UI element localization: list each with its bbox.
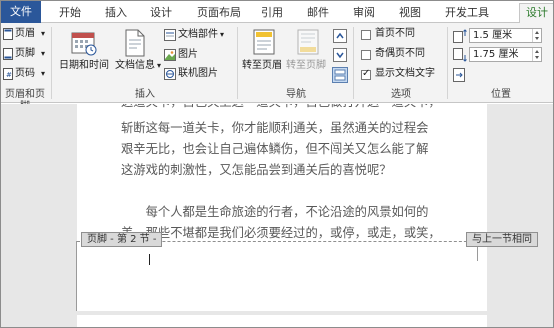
page-number-dropdown-icon[interactable]: ▾ <box>41 67 45 81</box>
insert-group-label: 插入 <box>135 89 155 100</box>
tab-developer[interactable]: 开发工具 <box>439 4 495 22</box>
position-group-label: 位置 <box>491 89 511 100</box>
goto-header-icon <box>253 29 275 58</box>
next-section-icon[interactable] <box>333 48 347 65</box>
tab-insert[interactable]: 插入 <box>99 4 133 22</box>
footer-icon <box>3 48 13 63</box>
tab-mailings[interactable]: 邮件 <box>301 4 335 22</box>
document-info-dropdown-icon[interactable]: ▾ <box>157 59 161 73</box>
document-info-button[interactable]: 文档信息 <box>115 59 155 73</box>
header-dropdown-icon[interactable]: ▾ <box>41 27 45 41</box>
goto-footer-icon <box>297 29 319 58</box>
ribbon: 页眉 ▾ 页脚 ▾ # 页码 ▾ 页眉和页脚 <box>1 23 553 112</box>
tab-header-footer-design[interactable]: 设计 <box>519 3 553 24</box>
show-document-text-label: 显示文档文字 <box>375 68 435 79</box>
footer-position-input[interactable]: 1.75 厘米 <box>469 47 542 62</box>
tab-design[interactable]: 设计 <box>144 4 178 22</box>
link-to-previous-icon[interactable] <box>332 67 348 86</box>
tab-references[interactable]: 引用 <box>255 4 289 22</box>
group-divider <box>51 27 52 99</box>
footer-section-tag: 页脚 - 第 2 节 - <box>81 232 163 247</box>
header-position-spinner-icon[interactable] <box>532 29 541 42</box>
word-window: 文件 开始 插入 设计 页面布局 引用 邮件 审阅 视图 开发工具 设计 页眉 … <box>0 0 554 328</box>
odd-even-different-checkbox[interactable] <box>361 50 371 60</box>
quick-parts-button[interactable]: 文档部件 <box>178 28 218 42</box>
body-text-line: 每个人都是生命旅途的行者，不论沿途的风景如何的 <box>121 205 429 219</box>
footer-position-spinner-icon[interactable] <box>532 48 541 61</box>
page-number-icon: # <box>3 68 13 83</box>
first-page-different-label: 首页不同 <box>375 28 415 39</box>
document-page[interactable]: 这道关卡，自己关上这一道关卡，自己做打开这一道关卡， 斩断这每一道关卡，你才能顺… <box>76 104 538 311</box>
odd-even-different-label: 奇偶页不同 <box>375 48 425 59</box>
footer-position-icon <box>453 48 467 65</box>
insert-alignment-tab-icon[interactable] <box>453 68 467 85</box>
svg-text:#: # <box>6 71 12 79</box>
tab-page-layout[interactable]: 页面布局 <box>191 4 247 22</box>
date-time-button[interactable]: 日期和时间 <box>59 59 109 73</box>
ribbon-tab-bar: 文件 开始 插入 设计 页面布局 引用 邮件 审阅 视图 开发工具 设计 <box>1 1 553 24</box>
footer-position-value: 1.75 厘米 <box>473 49 519 60</box>
first-page-different-checkbox[interactable] <box>361 30 371 40</box>
header-position-input[interactable]: 1.5 厘米 <box>469 28 542 43</box>
footer-button[interactable]: 页脚 <box>15 47 35 61</box>
group-divider <box>353 27 354 99</box>
tab-review[interactable]: 审阅 <box>347 4 381 22</box>
options-group-label: 选项 <box>391 89 411 100</box>
picture-button[interactable]: 图片 <box>178 48 198 62</box>
header-position-value: 1.5 厘米 <box>473 30 513 41</box>
header-position-icon <box>453 29 467 46</box>
goto-footer-button[interactable]: 转至页脚 <box>286 59 326 73</box>
footer-left-border <box>76 241 77 311</box>
previous-section-icon[interactable] <box>333 29 347 46</box>
same-as-previous-tag: 与上一节相同 <box>466 232 538 247</box>
online-picture-icon <box>164 68 176 83</box>
group-divider <box>447 27 448 99</box>
quick-parts-dropdown-icon[interactable]: ▾ <box>220 28 224 42</box>
document-canvas: 这道关卡，自己关上这一道关卡，自己做打开这一道关卡， 斩断这每一道关卡，你才能顺… <box>1 104 553 327</box>
text-cursor <box>149 254 150 265</box>
body-text-line: 艰辛无比，也会让自己遍体鳞伤，但不闯关又怎么能了解 <box>121 142 429 156</box>
body-text-line: 这游戏的刺激性，又怎能品尝到通关后的喜悦呢？ <box>121 163 392 177</box>
goto-header-button[interactable]: 转至页眉 <box>242 59 282 73</box>
group-divider <box>237 27 238 99</box>
page-number-button[interactable]: 页码 <box>15 67 35 81</box>
tab-home[interactable]: 开始 <box>53 4 87 22</box>
calendar-icon <box>71 30 97 59</box>
picture-icon <box>164 49 176 64</box>
show-document-text-checkbox[interactable] <box>361 68 371 80</box>
body-text-line: 斩断这每一道关卡，你才能顺利通关，虽然通关的过程会 <box>121 121 429 135</box>
navigation-group-label: 导航 <box>286 89 306 100</box>
body-text-line: 这道关卡，自己关上这一道关卡，自己做打开这一道关卡， <box>121 104 471 113</box>
footer-dropdown-icon[interactable]: ▾ <box>41 47 45 61</box>
header-icon <box>3 28 13 43</box>
next-page[interactable] <box>77 315 487 327</box>
header-footer-group-label: 页眉和页脚 <box>5 89 45 112</box>
online-picture-button[interactable]: 联机图片 <box>178 67 218 81</box>
tab-file[interactable]: 文件 <box>1 1 41 23</box>
header-button[interactable]: 页眉 <box>15 27 35 41</box>
quick-parts-icon <box>164 29 176 44</box>
tab-view[interactable]: 视图 <box>393 4 427 22</box>
document-info-icon <box>125 29 145 60</box>
